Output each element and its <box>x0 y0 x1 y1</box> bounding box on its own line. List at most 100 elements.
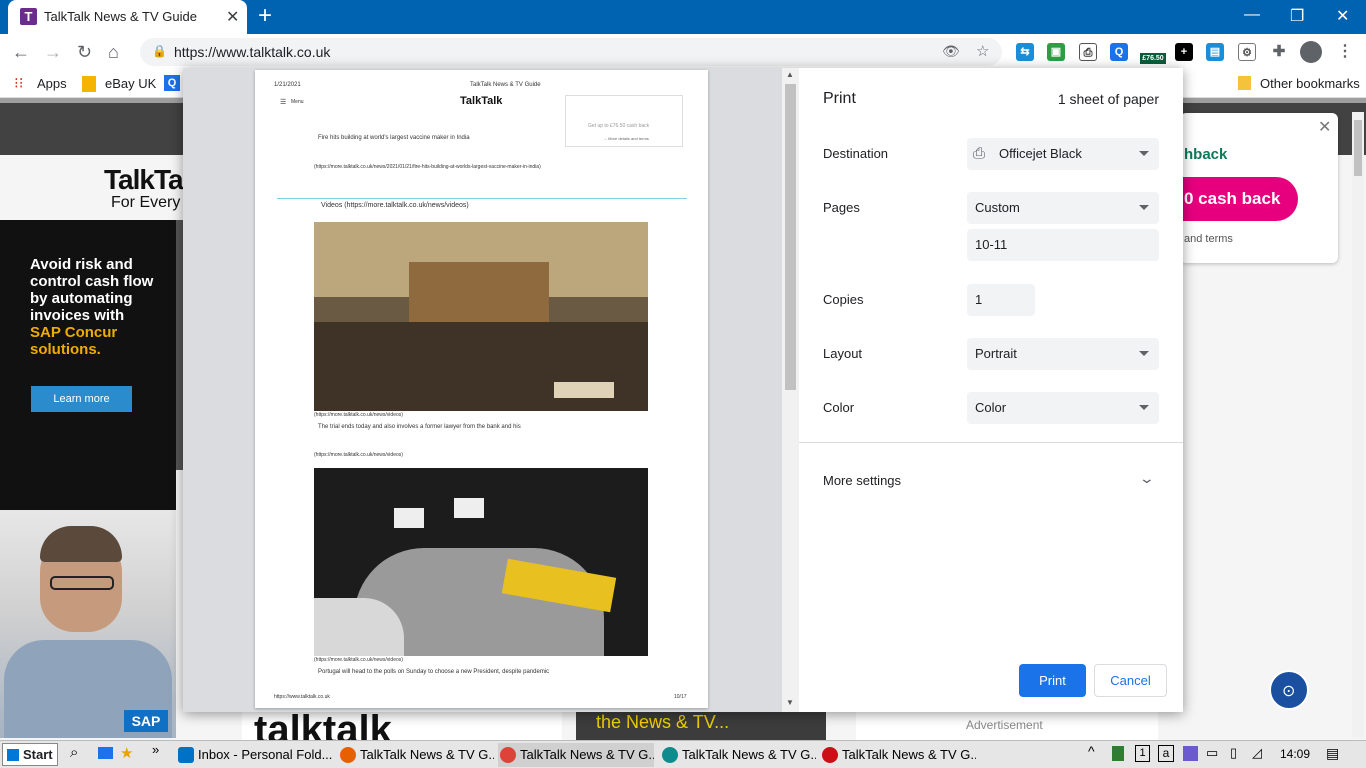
forward-arrow-icon[interactable]: → <box>44 42 62 63</box>
chrome-menu-icon[interactable]: ⋮ <box>1336 43 1354 61</box>
restore-window-button[interactable]: ❐ <box>1290 6 1304 26</box>
reload-icon[interactable]: ↻ <box>77 42 92 63</box>
more-settings-toggle[interactable]: More settings <box>823 473 901 488</box>
accessibility-button[interactable]: ⊙ <box>1269 670 1309 710</box>
bookmark-other[interactable]: Other bookmarks <box>1260 76 1360 91</box>
ad-photo-hair <box>40 526 122 562</box>
ebay-bag-icon <box>82 76 96 92</box>
preview-rally-photo <box>314 468 648 656</box>
profile-avatar-icon[interactable] <box>1300 41 1322 63</box>
bookmark-star-icon[interactable]: ☆ <box>976 42 989 60</box>
color-select[interactable]: Color <box>967 392 1159 424</box>
extension-green-icon[interactable]: ▣ <box>1047 43 1065 61</box>
sap-advert[interactable]: Avoid risk and control cash flow by auto… <box>0 220 176 510</box>
preview-divider <box>277 198 687 199</box>
apps-grid-icon: ⁝⁝ <box>14 75 24 92</box>
popup-cashback-button[interactable]: 0 cash back <box>1170 177 1298 221</box>
print-extension-icon[interactable]: ⎙ <box>1079 43 1097 61</box>
taskbar-firefox[interactable]: TalkTalk News & TV G... <box>338 743 494 767</box>
taskbar-edge[interactable]: TalkTalk News & TV G... <box>660 743 816 767</box>
settings-divider <box>799 442 1183 443</box>
task-label: TalkTalk News & TV G... <box>842 747 976 762</box>
task-label: TalkTalk News & TV G... <box>360 747 494 762</box>
extensions-puzzle-icon[interactable]: ✚ <box>1270 43 1288 61</box>
tray-app-icon[interactable] <box>1183 746 1198 761</box>
overflow-chevron-icon[interactable]: » <box>152 742 159 757</box>
page-scrollbar[interactable] <box>1352 112 1364 738</box>
home-icon[interactable]: ⌂ <box>108 42 119 63</box>
favorites-star-icon[interactable]: ★ <box>120 744 133 762</box>
minimize-window-button[interactable]: — <box>1244 6 1260 24</box>
photo1-bench <box>409 262 549 322</box>
expand-chevron-icon[interactable]: ⌄ <box>1139 470 1155 487</box>
pages-select[interactable]: Custom <box>967 192 1159 224</box>
chrome-icon <box>500 747 516 763</box>
sheet-count: 1 sheet of paper <box>1057 91 1159 107</box>
copies-input[interactable]: 1 <box>967 284 1035 316</box>
tracking-eye-icon[interactable]: 👁 <box>942 43 960 60</box>
popup-terms-link[interactable]: and terms <box>1184 233 1233 245</box>
opera-icon <box>822 747 838 763</box>
preview-scrollbar[interactable]: ▲ ▼ <box>782 68 799 712</box>
extension-gear-icon[interactable]: ⚙ <box>1238 43 1256 61</box>
taskbar-outlook[interactable]: Inbox - Personal Fold... <box>176 743 332 767</box>
pages-range-input[interactable]: 10-11 <box>967 229 1159 261</box>
folder-icon <box>1238 76 1251 90</box>
tray-expand-icon[interactable]: ^ <box>1088 743 1095 759</box>
cashback-extension-icon[interactable]: £76.50 <box>1140 39 1166 65</box>
cancel-button[interactable]: Cancel <box>1094 664 1167 697</box>
copies-label: Copies <box>823 292 864 307</box>
bookmark-apps[interactable]: Apps <box>37 76 67 91</box>
layout-value: Portrait <box>975 346 1017 361</box>
advertisement-slot: Advertisement <box>856 712 1158 740</box>
preview-scrollbar-thumb[interactable] <box>785 84 796 390</box>
destination-value: Officejet Black <box>999 146 1082 161</box>
bookmark-ebay[interactable]: eBay UK <box>105 76 156 91</box>
tray-1-icon[interactable]: 1 <box>1135 745 1150 762</box>
notifications-icon[interactable]: ▤ <box>1326 745 1339 762</box>
tray-a-icon[interactable]: a <box>1158 745 1174 762</box>
taskbar-opera[interactable]: TalkTalk News & TV G... <box>820 743 976 767</box>
accessibility-lock-icon: ⊙ <box>1282 683 1296 700</box>
close-window-button[interactable]: ✕ <box>1336 6 1349 26</box>
cashback-popup[interactable]: ✕ hback 0 cash back and terms <box>1170 113 1338 263</box>
lock-icon: 🔒 <box>152 44 167 58</box>
preview-menu: Menu <box>291 99 304 105</box>
security-shield-icon[interactable] <box>1112 746 1124 761</box>
scroll-up-arrow-icon[interactable]: ▲ <box>786 70 794 79</box>
extension-translate-icon[interactable]: ⇆ <box>1016 43 1034 61</box>
battery-icon[interactable]: ▭ <box>1206 745 1218 761</box>
usb-icon[interactable]: ▯ <box>1230 745 1237 761</box>
start-button[interactable]: Start <box>2 743 58 766</box>
scroll-down-arrow-icon[interactable]: ▼ <box>786 698 794 707</box>
clock[interactable]: 14:09 <box>1280 747 1310 761</box>
url-text[interactable]: https://www.talktalk.co.uk <box>174 44 330 60</box>
search-icon[interactable]: ⌕ <box>70 744 78 761</box>
preview-section: Videos (https://more.talktalk.co.uk/news… <box>321 202 469 209</box>
ad-photo[interactable]: SAP <box>0 510 176 738</box>
network-icon[interactable]: ◿ <box>1252 745 1262 761</box>
mail-icon[interactable] <box>98 747 113 759</box>
browser-tab[interactable]: T TalkTalk News & TV Guide ✕ <box>8 0 247 34</box>
bookmark-q-icon[interactable]: Q <box>164 75 180 91</box>
extension-q-icon[interactable]: Q <box>1110 43 1128 61</box>
back-arrow-icon[interactable]: ← <box>12 42 30 63</box>
page-scrollbar-thumb[interactable] <box>1354 120 1362 176</box>
taskbar-chrome[interactable]: TalkTalk News & TV G... <box>498 743 654 767</box>
talktalk-logo[interactable]: TalkTal <box>104 164 190 196</box>
color-value: Color <box>975 400 1007 415</box>
popup-close-icon[interactable]: ✕ <box>1318 117 1331 137</box>
ad-learn-more-button[interactable]: Learn more <box>31 386 132 412</box>
preview-footer-url: https://www.talktalk.co.uk <box>274 694 330 700</box>
chevron-down-icon <box>1139 205 1149 210</box>
extension-book-icon[interactable]: ▤ <box>1206 43 1224 61</box>
address-bar[interactable]: 🔒 https://www.talktalk.co.uk 👁 ☆ <box>140 38 1002 66</box>
layout-select[interactable]: Portrait <box>967 338 1159 370</box>
sap-logo: SAP <box>124 710 168 732</box>
new-tab-button[interactable]: + <box>258 4 272 28</box>
print-button[interactable]: Print <box>1019 664 1086 697</box>
firefox-icon <box>340 747 356 763</box>
extension-plus-icon[interactable]: + <box>1175 43 1193 61</box>
tab-close-icon[interactable]: ✕ <box>226 7 239 27</box>
destination-select[interactable]: ⎙ Officejet Black <box>967 138 1159 170</box>
